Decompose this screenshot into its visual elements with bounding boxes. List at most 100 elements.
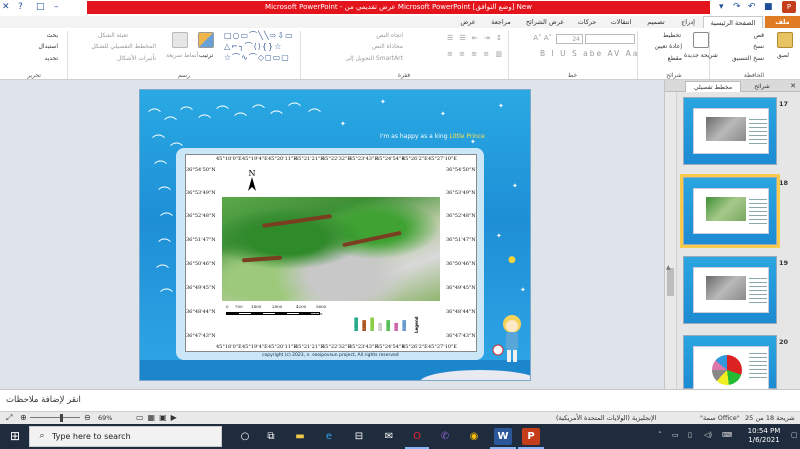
slide-thumbnail[interactable] <box>683 256 777 324</box>
copy-button[interactable]: نسخ <box>732 43 764 51</box>
scroll-up-icon[interactable]: ▲ <box>666 264 671 271</box>
maximize-icon[interactable]: □ <box>36 1 45 14</box>
new-slide-icon[interactable] <box>693 32 709 48</box>
viber-icon[interactable]: ✆ <box>436 428 454 445</box>
quick-styles-button[interactable]: أنماط سريعة <box>166 52 198 59</box>
copyright-text: copyright (c) 2023, n. seoipovsun projec… <box>262 353 399 358</box>
arrange-icon[interactable] <box>198 32 214 48</box>
taskbar-search-input[interactable]: Type here to search <box>29 426 222 447</box>
thumb-legend <box>749 119 767 145</box>
network-icon[interactable]: ▭ <box>672 431 679 439</box>
scale-unit: Meters <box>308 311 323 316</box>
file-explorer-icon[interactable]: ▬ <box>291 428 309 445</box>
reset-button[interactable]: إعادة تعيين <box>640 43 682 51</box>
tab-design[interactable]: تصميم <box>640 16 672 28</box>
paste-icon[interactable] <box>777 32 793 48</box>
find-button[interactable]: بحث <box>14 32 58 40</box>
tab-view[interactable]: عرض <box>454 16 482 28</box>
coords-bottom: 45°18'0"E 45°19'4"E 45°20'11"E 45°21'21"… <box>216 344 457 352</box>
word-icon[interactable]: W <box>494 428 512 445</box>
alignment-icons[interactable]: ≡ ≡ ≡ ≡ ▥ <box>420 50 504 58</box>
replace-button[interactable]: استبدال <box>8 43 59 51</box>
tab-insert[interactable]: إدراج <box>675 16 701 28</box>
new-slide-button[interactable]: شريحة جديدة <box>684 52 718 59</box>
font-format-icons[interactable]: B I U S abe AV Aa <box>540 50 637 58</box>
redo-icon[interactable]: ↷ <box>733 1 741 14</box>
chrome-icon[interactable]: ◉ <box>465 428 483 445</box>
slide-thumbnail[interactable] <box>683 97 777 165</box>
opera-icon[interactable]: O <box>408 428 426 445</box>
tray-chevron-icon[interactable]: ˄ <box>658 431 662 439</box>
tab-animations[interactable]: حركات <box>572 16 602 28</box>
zoom-slider-thumb[interactable] <box>60 414 63 422</box>
layout-button[interactable]: تخطيط <box>645 32 681 40</box>
windows-start-icon[interactable]: ⊞ <box>6 428 24 445</box>
slide[interactable]: ⌒ ⌒ ⌒ ⌒ ⌒ ⌒ ⌒ ⌒ ⌒ ⌒ ⌒ ⌒ ⌒ ⌒ ⌒ ⌒ ⌒ ⌒ ✦ ✦ <box>139 89 531 381</box>
quick-styles-icon[interactable] <box>172 32 188 48</box>
volume-icon[interactable]: ◁) <box>704 431 712 439</box>
tab-file[interactable]: ملف <box>765 16 800 28</box>
section-button[interactable]: مقطع <box>645 55 682 63</box>
cortana-icon[interactable]: ○ <box>236 428 254 445</box>
taskbar-clock[interactable]: 10:54 PM 1/6/2021 <box>739 427 789 445</box>
minimize-icon[interactable]: – <box>54 1 59 14</box>
convert-smartart-button[interactable]: التحويل إلى SmartArt <box>305 55 403 63</box>
coord-label: 45°26'2"E <box>402 156 428 162</box>
fit-slide-icon[interactable]: ⤢ <box>6 412 12 424</box>
zoom-in-icon[interactable]: ⊕ <box>20 412 27 424</box>
close-icon[interactable]: ✕ <box>2 1 10 14</box>
bird-decoration: ⌒ <box>164 117 178 132</box>
paste-button[interactable]: لصق <box>770 52 796 60</box>
mail-icon[interactable]: ✉ <box>380 428 398 445</box>
tab-slideshow[interactable]: عرض الشرائح <box>520 16 570 28</box>
tab-slides[interactable]: شرائح <box>743 81 781 92</box>
save-icon[interactable]: ■ <box>764 1 773 14</box>
format-painter-button[interactable]: نسخ التنسيق <box>712 55 764 63</box>
shapes-gallery-row3[interactable]: ☆⌒∿⌒◇◻▭▢ <box>224 54 296 62</box>
slide-thumbnail-selected[interactable] <box>680 174 780 248</box>
close-panel-icon[interactable]: ✕ <box>787 81 799 92</box>
panel-scrollbar[interactable]: ▲ <box>665 92 677 389</box>
notes-pane[interactable]: انقر لإضافة ملاحظات <box>0 389 800 411</box>
cut-button[interactable]: قص <box>738 32 764 40</box>
group-drawing: رسم <box>178 72 190 79</box>
shape-effects-button[interactable]: تأثيرات الأشكال <box>86 55 156 63</box>
zoom-out-icon[interactable]: ⊖ <box>84 412 91 424</box>
scrollbar-thumb[interactable] <box>667 268 674 296</box>
thumb-pie-chart <box>712 355 742 385</box>
store-icon[interactable]: ⊟ <box>350 428 368 445</box>
text-direction-button[interactable]: اتجاه النص <box>343 32 403 40</box>
view-buttons[interactable]: ▭▦▣▶ <box>136 412 181 424</box>
help-icon[interactable]: ? <box>18 1 23 14</box>
shapes-gallery-row2[interactable]: △⌐┐⌒⟨⟩{}☆ <box>224 43 296 51</box>
edge-icon[interactable]: e <box>320 428 338 445</box>
scale-label: 700 <box>235 304 243 309</box>
grow-shrink-font-icons[interactable]: A˄ A˅ <box>520 34 552 42</box>
undo-icon[interactable]: ↶ <box>748 1 756 14</box>
shapes-gallery[interactable]: □○▭⌒╲╲⇨⇩▭ <box>224 32 296 40</box>
powerpoint-logo-icon[interactable]: P <box>782 1 796 13</box>
font-size-combo[interactable]: 24 <box>556 34 583 44</box>
shape-fill-button[interactable]: تعبئة الشكل <box>88 32 128 40</box>
customize-qat-icon[interactable]: ▾ <box>719 1 724 14</box>
keyboard-language-icon[interactable]: ⌨ <box>722 431 732 439</box>
tab-transitions[interactable]: انتقالات <box>604 16 638 28</box>
notifications-icon[interactable]: ▢ <box>791 431 798 439</box>
language-indicator[interactable]: الإنجليزية (الولايات المتحدة الأمريكية) <box>556 412 657 424</box>
font-name-combo[interactable] <box>585 34 635 44</box>
slide-thumbnail[interactable] <box>683 335 777 390</box>
battery-icon[interactable]: ▯ <box>688 431 692 439</box>
powerpoint-icon[interactable]: P <box>522 428 540 445</box>
slide-tagline: I'm as happy as a king Little Prince <box>380 133 485 140</box>
zoom-slider[interactable] <box>30 417 80 418</box>
list-indent-icons[interactable]: ☰ ☰ ⇤ ⇥ ↕ <box>420 34 504 42</box>
arrange-button[interactable]: ترتيب <box>193 52 219 60</box>
zoom-level[interactable]: 69% <box>98 412 112 424</box>
task-view-icon[interactable]: ⧉ <box>262 428 280 445</box>
select-button[interactable]: تحديد <box>14 55 58 63</box>
shape-outline-button[interactable]: المخطط التفصيلي للشكل <box>76 43 156 51</box>
clock-date: 1/6/2021 <box>748 436 780 444</box>
align-text-button[interactable]: محاذاة النص <box>343 43 403 51</box>
tab-review[interactable]: مراجعة <box>484 16 518 28</box>
tab-outline[interactable]: مخطط تفصيلي <box>685 81 741 92</box>
